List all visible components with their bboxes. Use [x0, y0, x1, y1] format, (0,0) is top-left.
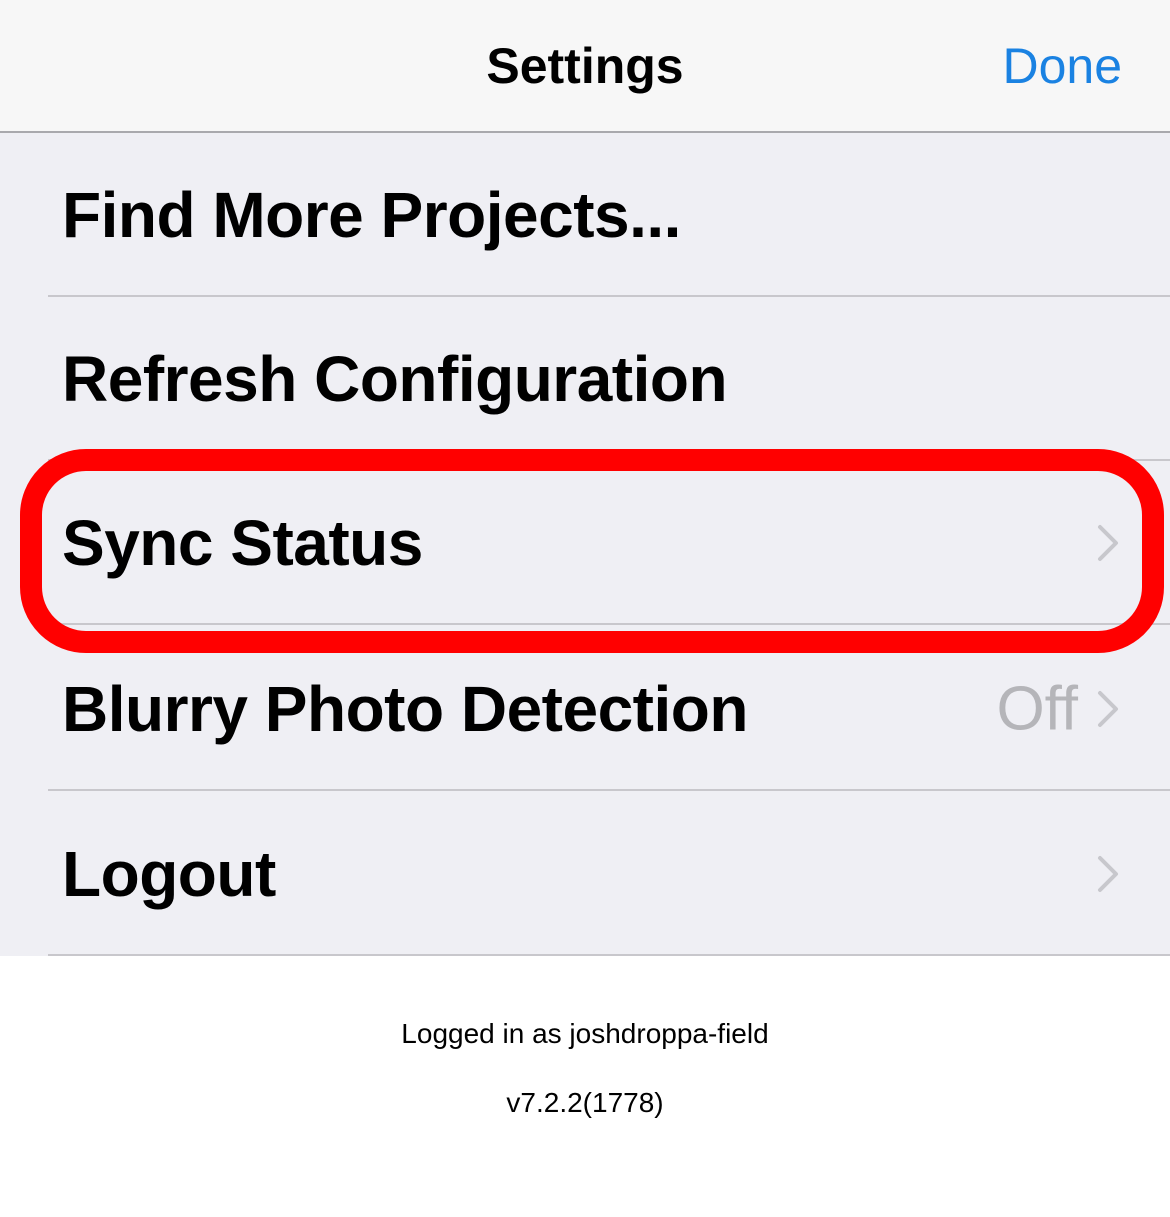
- row-separator: [48, 954, 1170, 956]
- sync-status-row[interactable]: Sync Status: [0, 461, 1170, 625]
- find-more-projects-row[interactable]: Find More Projects...: [0, 133, 1170, 297]
- page-title: Settings: [486, 38, 684, 94]
- version-text: v7.2.2(1778): [506, 1087, 664, 1118]
- sync-status-label: Sync Status: [62, 507, 423, 579]
- find-more-projects-label: Find More Projects...: [62, 179, 681, 251]
- chevron-right-icon: [1098, 691, 1118, 727]
- blurry-photo-detection-value: Off: [996, 674, 1078, 744]
- logged-in-text: Logged in as joshdroppa-field: [401, 1018, 769, 1049]
- blurry-photo-detection-label: Blurry Photo Detection: [62, 673, 748, 745]
- settings-list: Find More Projects... Refresh Configurat…: [0, 133, 1170, 956]
- logout-label: Logout: [62, 838, 276, 910]
- navigation-bar: Settings Done: [0, 0, 1170, 133]
- done-button[interactable]: Done: [1002, 36, 1122, 96]
- chevron-right-icon: [1098, 856, 1118, 892]
- refresh-configuration-label: Refresh Configuration: [62, 343, 728, 415]
- chevron-right-icon: [1098, 525, 1118, 561]
- logout-row[interactable]: Logout: [0, 792, 1170, 956]
- blurry-photo-detection-row[interactable]: Blurry Photo Detection Off: [0, 627, 1170, 791]
- row-separator: [48, 789, 1170, 791]
- refresh-configuration-row[interactable]: Refresh Configuration: [0, 297, 1170, 461]
- row-separator: [48, 623, 1170, 625]
